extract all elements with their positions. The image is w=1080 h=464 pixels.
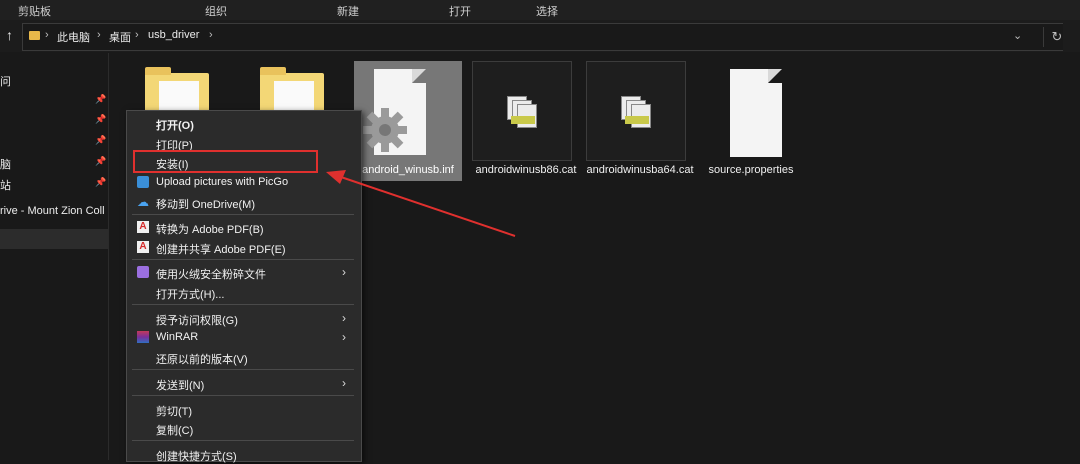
pin-icon: 📌 (95, 114, 107, 124)
settings-gear-icon (363, 108, 407, 152)
pin-icon: 📌 (95, 94, 107, 104)
nav-item-onedrive[interactable]: rive - Mount Zion Coll (0, 202, 108, 222)
chevron-right-icon: › (342, 330, 346, 344)
menu-separator (132, 304, 354, 305)
file-name: androidwinusb86.cat (475, 164, 577, 176)
chevron-right-icon[interactable]: › (45, 29, 49, 41)
menu-item-share-adobe-pdf[interactable]: A 创建并共享 Adobe PDF(E) (127, 237, 361, 257)
install-highlight-box (133, 150, 318, 173)
file-name: source.properties (708, 164, 794, 176)
onedrive-icon: ☁ (137, 195, 149, 209)
menu-item-winrar[interactable]: WinRAR › (127, 327, 361, 347)
breadcrumb-desktop[interactable]: 桌面 (109, 29, 131, 45)
chevron-right-icon[interactable]: › (135, 29, 139, 41)
menu-item-open[interactable]: 打开(O) (127, 113, 361, 133)
chevron-right-icon[interactable]: › (209, 29, 213, 41)
document-icon (730, 69, 782, 157)
menu-item-label: WinRAR (156, 331, 199, 343)
menu-item-label: 移动到 OneDrive(M) (156, 199, 256, 211)
menu-separator (132, 440, 354, 441)
nav-item[interactable]: 📌 (0, 132, 108, 152)
menu-item-label: Upload pictures with PicGo (156, 176, 289, 188)
menu-item-restore-versions[interactable]: 还原以前的版本(V) (127, 347, 361, 367)
address-bar-row: ↑ › 此电脑 › 桌面 › usb_driver › ⌄ ↻ (0, 20, 1080, 52)
adobe-pdf-icon: A (137, 221, 149, 233)
up-arrow-icon[interactable]: ↑ (6, 27, 13, 43)
menu-item-label: 复制(C) (156, 425, 194, 437)
nav-item-selected[interactable] (0, 229, 108, 249)
menu-item-label: 创建并共享 Adobe PDF(E) (156, 244, 286, 256)
thumbnail (586, 61, 686, 161)
pin-icon: 📌 (95, 156, 107, 166)
address-bar[interactable]: › 此电脑 › 桌面 › usb_driver › ⌄ ↻ (22, 23, 1063, 51)
chevron-right-icon: › (342, 376, 346, 390)
chevron-right-icon[interactable]: › (97, 29, 101, 41)
pin-icon: 📌 (95, 177, 107, 187)
winrar-icon (137, 331, 149, 343)
menu-separator (132, 369, 354, 370)
menu-item-cut[interactable]: 剪切(T) (127, 399, 361, 419)
menu-item-label: 打开方式(H)... (156, 289, 225, 301)
menu-item-open-with[interactable]: 打开方式(H)... (127, 282, 361, 302)
ribbon-organize[interactable]: 组织 (205, 3, 227, 19)
menu-item-copy[interactable]: 复制(C) (127, 418, 361, 438)
menu-item-move-to-onedrive[interactable]: ☁ 移动到 OneDrive(M) (127, 192, 361, 212)
menu-separator (132, 214, 354, 215)
picgo-icon (137, 176, 149, 188)
menu-separator (132, 259, 354, 260)
nav-item[interactable]: 脑 📌 (0, 153, 108, 173)
adobe-pdf-share-icon: A (137, 241, 149, 253)
nav-item-label: 脑 (0, 159, 11, 171)
menu-item-label: 发送到(N) (156, 380, 205, 392)
chevron-down-icon[interactable]: ⌄ (1013, 29, 1022, 42)
menu-item-huorong-shred[interactable]: 使用火绒安全粉碎文件 › (127, 262, 361, 282)
ribbon-select[interactable]: 选择 (536, 3, 558, 19)
menu-separator (132, 395, 354, 396)
nav-item-label: 站 (0, 180, 11, 192)
security-catalog-icon (507, 96, 537, 128)
chevron-right-icon: › (342, 265, 346, 279)
menu-item-grant-access[interactable]: 授予访问权限(G) › (127, 308, 361, 328)
file-name: android_winusb.inf (362, 164, 454, 176)
menu-item-label: 剪切(T) (156, 406, 193, 418)
menu-item-label: 打开(O) (156, 120, 194, 132)
thumbnail (472, 61, 572, 161)
menu-item-label: 还原以前的版本(V) (156, 354, 248, 366)
menu-item-picgo-upload[interactable]: Upload pictures with PicGo (127, 172, 361, 192)
thumbnail (697, 61, 805, 161)
ribbon-open[interactable]: 打开 (449, 3, 471, 19)
folder-icon (29, 31, 40, 40)
menu-item-convert-adobe-pdf[interactable]: A 转换为 Adobe PDF(B) (127, 217, 361, 237)
nav-item[interactable]: 📌 (0, 91, 108, 111)
nav-item-label: 问 (0, 76, 11, 88)
ribbon-new[interactable]: 新建 (337, 3, 359, 19)
ribbon: 剪贴板 组织 新建 打开 选择 (0, 0, 1080, 20)
security-catalog-icon (621, 96, 651, 128)
pin-icon: 📌 (95, 135, 107, 145)
nav-item-label: rive - Mount Zion Coll (0, 205, 105, 217)
nav-item[interactable]: 📌 (0, 111, 108, 131)
navigation-pane: 问 📌 📌 📌 脑 📌 站 📌 rive - Mount Zion Coll (0, 53, 109, 460)
menu-item-send-to[interactable]: 发送到(N) › (127, 373, 361, 393)
ribbon-clipboard[interactable]: 剪贴板 (18, 3, 51, 19)
file-name: androidwinusba64.cat (586, 164, 694, 176)
menu-item-label: 转换为 Adobe PDF(B) (156, 224, 264, 236)
chevron-right-icon: › (342, 311, 346, 325)
menu-item-label: 授予访问权限(G) (156, 315, 238, 327)
huorong-icon (137, 266, 149, 278)
nav-item[interactable]: 问 (0, 70, 108, 90)
breadcrumb-this-pc[interactable]: 此电脑 (57, 29, 90, 45)
menu-item-create-shortcut[interactable]: 创建快捷方式(S) (127, 444, 361, 464)
nav-item[interactable]: 站 📌 (0, 174, 108, 194)
refresh-icon[interactable]: ↻ (1043, 27, 1070, 47)
breadcrumb-usb-driver[interactable]: usb_driver (148, 29, 199, 41)
menu-item-label: 使用火绒安全粉碎文件 (156, 269, 266, 281)
menu-item-label: 创建快捷方式(S) (156, 451, 237, 463)
